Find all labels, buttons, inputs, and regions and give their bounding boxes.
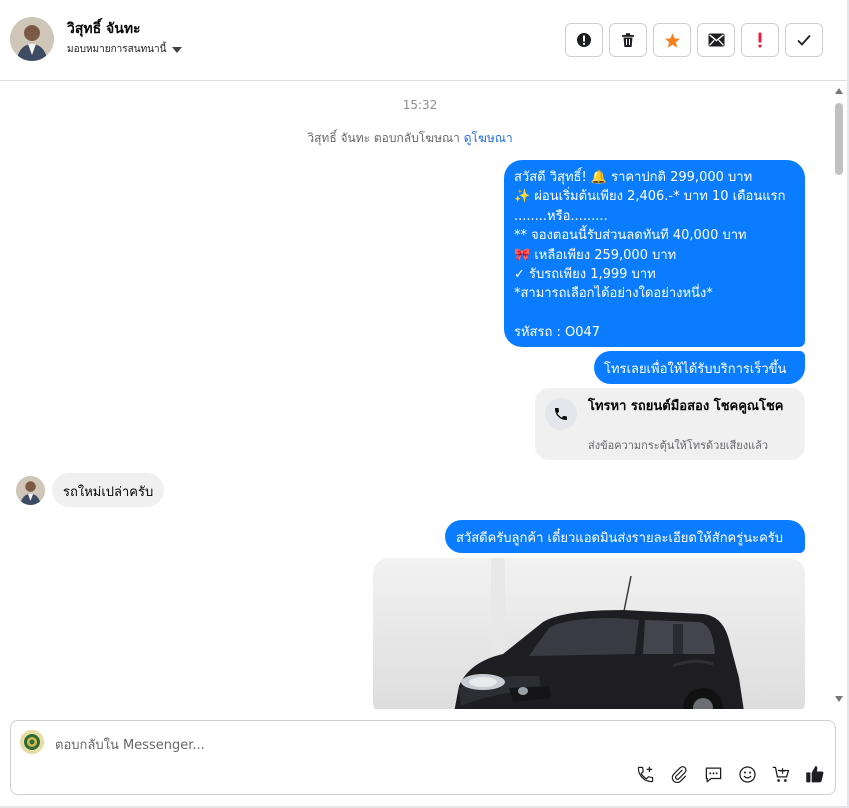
outgoing-message-call-prompt[interactable]: โทรเลยเพื่อให้ได้รับบริการเร็วขึ้น [594,351,805,384]
delete-button[interactable] [609,23,647,57]
mark-important-button[interactable] [741,23,779,57]
view-ad-link[interactable]: ดูโฆษณา [464,131,513,145]
outgoing-message-admin-reply[interactable]: สวัสดีครับลูกค้า เดี๋ยวแอดมินส่งรายละเอี… [445,520,805,553]
cart-icon [772,766,790,782]
message-thread[interactable]: 15:32 วิสุทธิ์ จันทะ ตอบกลับโฆษณา ดูโฆษณ… [0,81,830,709]
assign-label: มอบหมายการสนทนานี้ [67,44,167,55]
ad-reply-text: วิสุทธิ์ จันทะ ตอบกลับโฆษณา [307,131,460,145]
call-card-title: โทรหา รถยนต์มือสอง โชคคูณโชค [588,399,784,414]
emoji-icon [738,765,756,783]
cart-button[interactable] [771,764,791,784]
outgoing-message-offer[interactable]: สวัสดี วิสุทธิ์! 🔔 ราคาปกติ 299,000 บาท … [504,160,805,347]
assign-conversation-dropdown[interactable]: มอบหมายการสนทนานี้ [67,42,183,57]
contact-avatar[interactable] [10,17,54,61]
star-button[interactable] [653,23,691,57]
mark-done-button[interactable] [785,23,823,57]
trash-icon [622,33,634,47]
page-avatar [20,730,44,754]
call-request-card[interactable]: โทรหา รถยนต์มือสอง โชคคูณโชค ส่งข้อความก… [535,388,805,460]
messenger-window: วิสุทธิ์ จันทะ มอบหมายการสนทนานี้ 15:32 … [0,0,849,808]
ad-reply-notice: วิสุทธิ์ จันทะ ตอบกลับโฆษณา ดูโฆษณา [0,129,820,148]
saved-replies-icon [705,767,721,782]
incoming-message[interactable]: รถใหม่เปล่าครับ [52,473,165,507]
like-button[interactable] [805,764,825,784]
car-photo-attachment[interactable] [373,558,805,709]
thread-scrollbar[interactable] [832,84,846,706]
composer-tools [635,764,825,784]
mark-unread-button[interactable] [697,23,735,57]
check-icon [797,34,811,46]
contact-name[interactable]: วิสุทธิ์ จันทะ [67,18,141,40]
exclamation-icon [758,32,762,48]
saved-replies-button[interactable] [703,764,723,784]
spam-icon [577,33,591,47]
spam-button[interactable] [565,23,603,57]
phone-icon [545,398,577,430]
chevron-down-icon [172,46,183,53]
call-add-button[interactable] [635,764,655,784]
star-icon [664,32,680,48]
call-add-icon [637,766,653,782]
conversation-header: วิสุทธิ์ จันทะ มอบหมายการสนทนานี้ [0,0,847,81]
attach-button[interactable] [669,764,689,784]
mail-icon [708,33,724,47]
header-actions [565,23,823,57]
emoji-button[interactable] [737,764,757,784]
like-icon [806,766,824,783]
call-card-subtitle: ส่งข้อความกระตุ้นให้โทรด้วยเสียงแล้ว [588,439,769,452]
attach-icon [671,766,687,783]
customer-avatar [16,476,45,505]
reply-input[interactable]: ตอบกลับใน Messenger... [55,734,205,755]
scroll-up-arrow-icon[interactable] [835,88,843,94]
message-timestamp: 15:32 [402,98,438,112]
message-composer[interactable]: ตอบกลับใน Messenger... [10,720,836,795]
scrollbar-thumb[interactable] [835,103,843,175]
scroll-down-arrow-icon[interactable] [835,696,843,702]
